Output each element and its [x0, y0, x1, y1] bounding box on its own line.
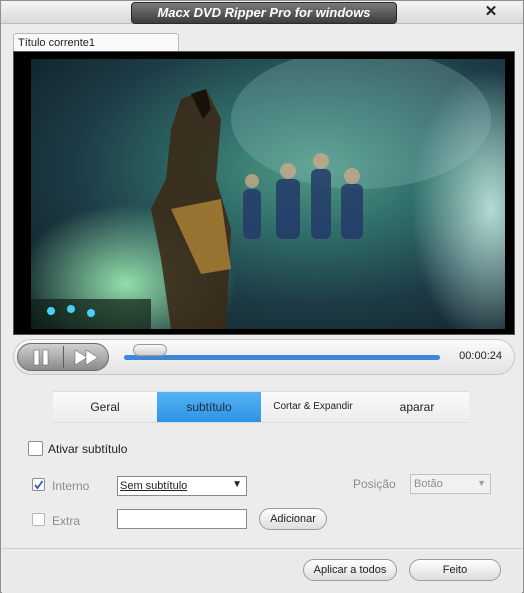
tab-subtitulo[interactable]: subtítulo	[157, 392, 261, 422]
progress-track[interactable]	[124, 344, 440, 360]
footer-bar: Aplicar a todos Feito	[2, 548, 522, 593]
apply-to-all-button[interactable]: Aplicar a todos	[303, 559, 397, 581]
close-icon[interactable]: ✕	[481, 2, 501, 22]
posicao-select[interactable]: Botão ▼	[410, 474, 491, 494]
concert-scene-image	[31, 59, 505, 329]
enable-subtitle-checkbox[interactable]	[28, 441, 43, 456]
pause-button[interactable]	[18, 344, 63, 370]
tab-geral[interactable]: Geral	[53, 392, 157, 422]
extra-subtitle-input[interactable]	[117, 509, 247, 529]
interno-label: Interno	[52, 479, 90, 493]
fast-forward-button[interactable]	[64, 344, 109, 370]
posicao-select-value: Botão	[414, 478, 443, 490]
extra-checkbox[interactable]	[32, 513, 45, 526]
done-button[interactable]: Feito	[409, 559, 501, 581]
progress-slider-handle[interactable]	[133, 344, 168, 356]
video-preview	[13, 51, 515, 335]
window-title: Macx DVD Ripper Pro for windows	[131, 2, 397, 24]
extra-label: Extra	[52, 514, 81, 528]
interno-subtitle-select[interactable]: Sem subtítulo ▼	[117, 476, 247, 496]
settings-tabs: Geral subtítulo Cortar & Expandir aparar	[53, 391, 469, 423]
playback-controls: 00:00:24	[13, 339, 515, 375]
interno-checkbox[interactable]	[32, 478, 45, 491]
tab-current-title[interactable]: Título corrente1	[13, 33, 179, 51]
video-frame-image	[31, 59, 505, 329]
add-subtitle-button[interactable]: Adicionar	[259, 508, 327, 530]
pause-icon	[33, 349, 49, 366]
interno-select-value: Sem subtítulo	[120, 480, 188, 492]
tab-cortar-expandir[interactable]: Cortar & Expandir	[261, 392, 365, 422]
tab-aparar[interactable]: aparar	[365, 392, 469, 422]
fast-forward-icon	[74, 349, 99, 366]
title-bar: Macx DVD Ripper Pro for windows ✕	[1, 1, 523, 24]
check-icon	[34, 480, 44, 490]
dialog-window: Macx DVD Ripper Pro for windows ✕ Título…	[0, 0, 524, 593]
play-button-group	[17, 343, 109, 371]
enable-subtitle-label: Ativar subtítulo	[48, 442, 128, 456]
progress-fill	[124, 355, 440, 360]
posicao-label: Posição	[353, 477, 396, 491]
time-display: 00:00:24	[459, 350, 502, 362]
dropdown-arrow-icon: ▼	[477, 478, 486, 488]
dropdown-arrow-icon: ▼	[232, 479, 242, 490]
